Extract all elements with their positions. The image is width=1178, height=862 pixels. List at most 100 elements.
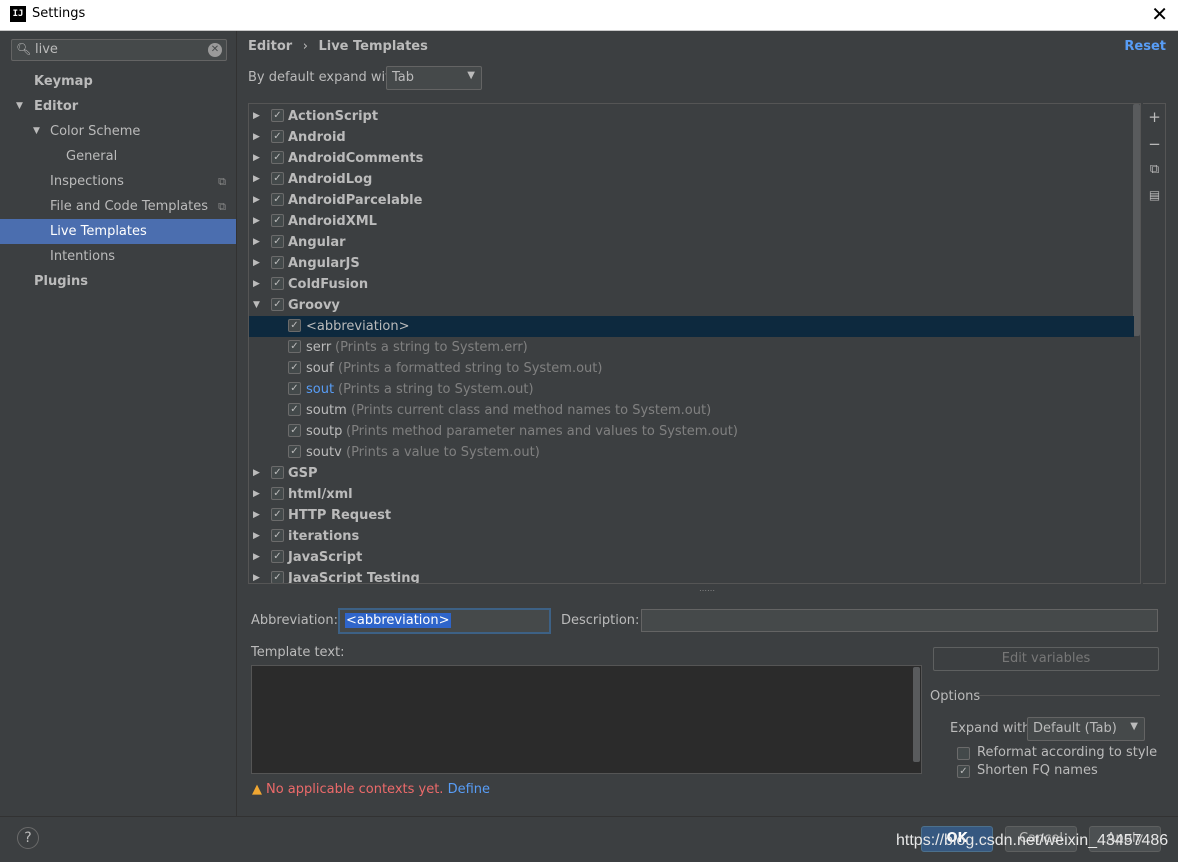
group-checkbox[interactable]: ✓ xyxy=(271,571,284,583)
collapsed-arrow-icon[interactable]: ▶ xyxy=(253,568,260,583)
expand-with-select[interactable]: Default (Tab) ▼ xyxy=(1027,717,1145,741)
help-button[interactable]: ? xyxy=(17,827,39,849)
template-checkbox[interactable]: ✓ xyxy=(288,424,301,437)
expanded-arrow-icon[interactable]: ▼ xyxy=(253,295,260,316)
template-group-row[interactable]: ▶ ✓ AndroidParcelable xyxy=(249,190,1134,211)
collapsed-arrow-icon[interactable]: ▶ xyxy=(253,463,260,484)
collapsed-arrow-icon[interactable]: ▶ xyxy=(253,211,260,232)
abbreviation-input[interactable]: <abbreviation> xyxy=(338,608,551,634)
collapsed-arrow-icon[interactable]: ▶ xyxy=(253,190,260,211)
reformat-checkbox[interactable] xyxy=(957,747,970,760)
template-checkbox[interactable]: ✓ xyxy=(288,445,301,458)
collapsed-arrow-icon[interactable]: ▶ xyxy=(253,232,260,253)
tree-toolbar: + − ⧉ ▤ xyxy=(1143,103,1166,584)
template-group-row[interactable]: ▶ ✓ AndroidComments xyxy=(249,148,1134,169)
template-group-row[interactable]: ▶ ✓ Android xyxy=(249,127,1134,148)
collapsed-arrow-icon[interactable]: ▶ xyxy=(253,169,260,190)
template-text-editor[interactable] xyxy=(251,665,922,774)
expanded-arrow-icon[interactable]: ▼ xyxy=(16,94,23,119)
sidebar-item-live-templates[interactable]: Live Templates xyxy=(0,219,236,244)
template-checkbox[interactable]: ✓ xyxy=(288,340,301,353)
group-checkbox[interactable]: ✓ xyxy=(271,130,284,143)
collapsed-arrow-icon[interactable]: ▶ xyxy=(253,253,260,274)
collapsed-arrow-icon[interactable]: ▶ xyxy=(253,547,260,568)
template-row[interactable]: ✓ soutv (Prints a value to System.out) xyxy=(249,442,1134,463)
define-context-link[interactable]: Define xyxy=(448,782,490,797)
splitter-handle-icon[interactable]: ⋯⋯ xyxy=(699,586,715,595)
shorten-fq-checkbox[interactable]: ✓ xyxy=(957,765,970,778)
sidebar-item-general[interactable]: General xyxy=(0,144,236,169)
template-checkbox[interactable]: ✓ xyxy=(288,319,301,332)
sidebar-item-inspections[interactable]: Inspections ⧉ xyxy=(0,169,236,194)
template-group-row[interactable]: ▶ ✓ html/xml xyxy=(249,484,1134,505)
template-row[interactable]: ✓ soutm (Prints current class and method n… xyxy=(249,400,1134,421)
collapsed-arrow-icon[interactable]: ▶ xyxy=(253,127,260,148)
group-checkbox[interactable]: ✓ xyxy=(271,508,284,521)
group-checkbox[interactable]: ✓ xyxy=(271,466,284,479)
search-icon: 🔍︎ xyxy=(16,42,32,56)
default-expand-select[interactable]: Tab ▼ xyxy=(386,66,482,90)
clear-search-icon[interactable]: ✕ xyxy=(208,43,222,57)
template-row[interactable]: ✓ souf (Prints a formatted string to Syste… xyxy=(249,358,1134,379)
expanded-arrow-icon[interactable]: ▼ xyxy=(33,119,40,144)
group-checkbox[interactable]: ✓ xyxy=(271,277,284,290)
edit-variables-button[interactable]: Edit variables xyxy=(933,647,1159,671)
reset-link[interactable]: Reset xyxy=(1124,39,1166,54)
template-group-row[interactable]: ▶ ✓ AndroidLog xyxy=(249,169,1134,190)
template-row[interactable]: ✓ sout (Prints a string to System.out) xyxy=(249,379,1134,400)
context-warning: ▲ No applicable contexts yet. Define xyxy=(252,782,490,797)
close-icon[interactable]: ✕ xyxy=(1151,2,1168,26)
group-checkbox[interactable]: ✓ xyxy=(271,529,284,542)
sidebar-item-keymap[interactable]: Keymap xyxy=(0,69,236,94)
group-checkbox[interactable]: ✓ xyxy=(271,298,284,311)
template-group-row[interactable]: ▶ ✓ Angular xyxy=(249,232,1134,253)
template-row[interactable]: ✓ <abbreviation> xyxy=(249,316,1134,337)
chevron-down-icon: ▼ xyxy=(467,70,475,81)
sidebar-item-intentions[interactable]: Intentions xyxy=(0,244,236,269)
group-checkbox[interactable]: ✓ xyxy=(271,193,284,206)
template-row[interactable]: ✓ soutp (Prints method parameter names and… xyxy=(249,421,1134,442)
description-input[interactable] xyxy=(641,609,1158,632)
add-icon[interactable]: + xyxy=(1147,110,1162,125)
template-group-row[interactable]: ▶ ✓ AndroidXML xyxy=(249,211,1134,232)
collapsed-arrow-icon[interactable]: ▶ xyxy=(253,274,260,295)
sidebar-item-plugins[interactable]: Plugins xyxy=(0,269,236,294)
group-checkbox[interactable]: ✓ xyxy=(271,172,284,185)
template-group-row[interactable]: ▶ ✓ JavaScript Testing xyxy=(249,568,1134,583)
template-group-row[interactable]: ▼ ✓ Groovy xyxy=(249,295,1134,316)
template-group-row[interactable]: ▶ ✓ GSP xyxy=(249,463,1134,484)
collapsed-arrow-icon[interactable]: ▶ xyxy=(253,505,260,526)
template-group-row[interactable]: ▶ ✓ iterations xyxy=(249,526,1134,547)
change-context-icon[interactable]: ▤ xyxy=(1147,188,1162,203)
template-group-row[interactable]: ▶ ✓ AngularJS xyxy=(249,253,1134,274)
template-group-row[interactable]: ▶ ✓ HTTP Request xyxy=(249,505,1134,526)
group-checkbox[interactable]: ✓ xyxy=(271,256,284,269)
sidebar-item-file-and-code-templates[interactable]: File and Code Templates ⧉ xyxy=(0,194,236,219)
template-group-row[interactable]: ▶ ✓ JavaScript xyxy=(249,547,1134,568)
group-checkbox[interactable]: ✓ xyxy=(271,550,284,563)
group-name: Android xyxy=(288,130,346,145)
template-text-scrollbar[interactable] xyxy=(913,667,920,762)
group-checkbox[interactable]: ✓ xyxy=(271,214,284,227)
tree-scrollbar[interactable] xyxy=(1133,104,1140,583)
collapsed-arrow-icon[interactable]: ▶ xyxy=(253,148,260,169)
remove-icon[interactable]: − xyxy=(1147,137,1162,152)
template-checkbox[interactable]: ✓ xyxy=(288,361,301,374)
copy-icon[interactable]: ⧉ xyxy=(1147,162,1162,177)
group-checkbox[interactable]: ✓ xyxy=(271,235,284,248)
template-checkbox[interactable]: ✓ xyxy=(288,403,301,416)
collapsed-arrow-icon[interactable]: ▶ xyxy=(253,106,260,127)
sidebar-item-color-scheme[interactable]: ▼ Color Scheme xyxy=(0,119,236,144)
collapsed-arrow-icon[interactable]: ▶ xyxy=(253,526,260,547)
template-group-row[interactable]: ▶ ✓ ColdFusion xyxy=(249,274,1134,295)
sidebar-item-editor[interactable]: ▼ Editor xyxy=(0,94,236,119)
template-checkbox[interactable]: ✓ xyxy=(288,382,301,395)
group-checkbox[interactable]: ✓ xyxy=(271,109,284,122)
collapsed-arrow-icon[interactable]: ▶ xyxy=(253,484,260,505)
scrollbar-thumb[interactable] xyxy=(1133,104,1140,336)
template-group-row[interactable]: ▶ ✓ ActionScript xyxy=(249,106,1134,127)
group-checkbox[interactable]: ✓ xyxy=(271,151,284,164)
group-checkbox[interactable]: ✓ xyxy=(271,487,284,500)
template-row[interactable]: ✓ serr (Prints a string to System.err) xyxy=(249,337,1134,358)
settings-search-input[interactable]: 🔍︎ live ✕ xyxy=(11,39,227,61)
